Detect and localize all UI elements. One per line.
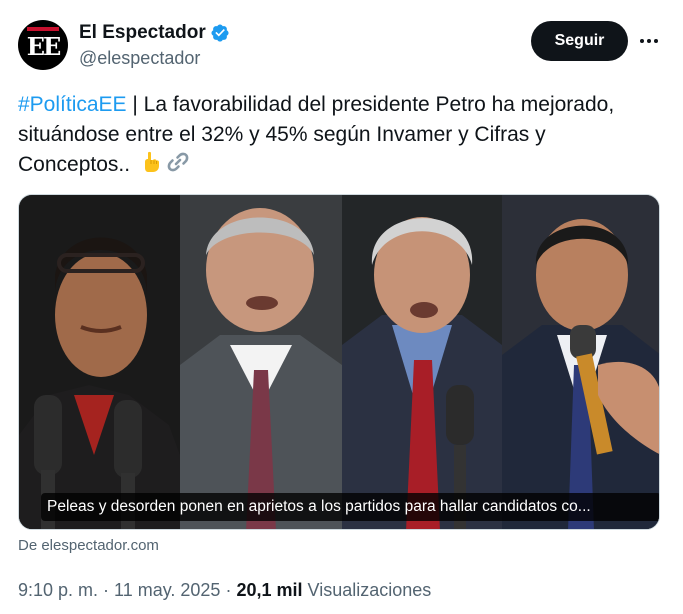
meta-separator: · — [220, 580, 237, 600]
tweet-date[interactable]: 11 may. 2025 — [114, 580, 220, 600]
photo-panel-4 — [502, 195, 659, 529]
backhand-index-pointing-down-icon — [144, 151, 159, 172]
el-espectador-logo: EE — [25, 27, 61, 63]
photo-panel-3 — [342, 195, 502, 529]
link-icon — [167, 152, 189, 172]
tweet-card: EE El Espectador @elespectador Seguir #P… — [0, 0, 683, 614]
tweet-meta: 9:10 p. m. · 11 may. 2025 · 20,1 mil Vis… — [18, 580, 431, 601]
link-preview-card[interactable]: Peleas y desorden ponen en aprietos a lo… — [18, 194, 660, 530]
views-label: Visualizaciones — [307, 580, 432, 600]
tweet-text: #PolíticaEE | La favorabilidad del presi… — [18, 90, 658, 180]
photo-panel-2 — [180, 195, 342, 529]
hashtag-link[interactable]: #PolíticaEE — [18, 93, 127, 116]
photo-panel-1 — [19, 195, 180, 529]
verified-badge-icon — [211, 24, 229, 42]
meta-separator: · — [98, 580, 115, 600]
more-horizontal-icon[interactable] — [632, 26, 666, 56]
follow-button[interactable]: Seguir — [531, 21, 628, 61]
avatar[interactable]: EE — [18, 20, 68, 70]
tweet-time[interactable]: 9:10 p. m. — [18, 580, 98, 600]
author-handle[interactable]: @elespectador — [79, 48, 200, 69]
link-source[interactable]: De elespectador.com — [18, 537, 159, 554]
display-name[interactable]: El Espectador — [79, 22, 206, 44]
media-caption: Peleas y desorden ponen en aprietos a lo… — [41, 493, 659, 521]
views-count: 20,1 mil — [236, 580, 303, 600]
author-name-row: El Espectador — [79, 22, 230, 44]
